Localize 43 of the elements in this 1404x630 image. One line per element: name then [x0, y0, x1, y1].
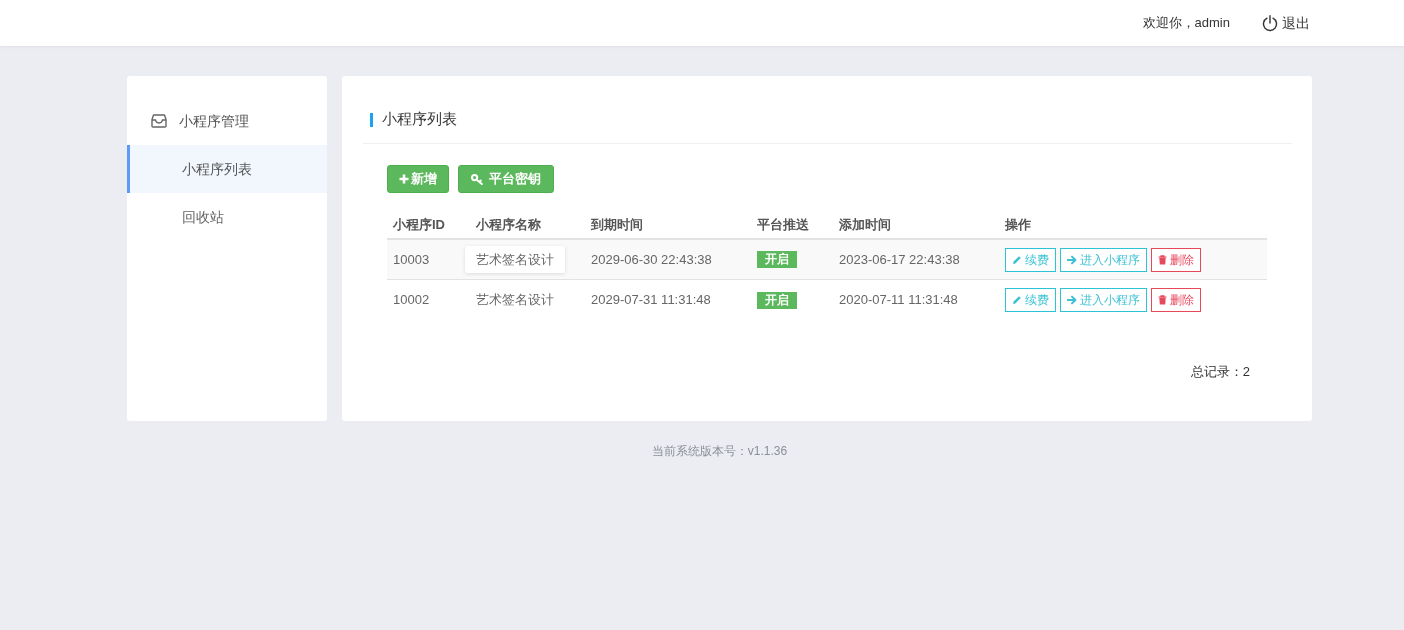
version-text: 当前系统版本号：v1.1.36: [651, 444, 788, 458]
table-cell-text: 10003: [393, 250, 430, 269]
pencil-icon: [1012, 254, 1022, 265]
total-count: 总记录：2: [1190, 363, 1250, 381]
column-header: 平台推送: [757, 216, 809, 232]
status-badge: 开启: [757, 251, 797, 268]
pencil-icon: [1012, 295, 1022, 305]
sidebar-group-header[interactable]: 小程序管理: [127, 97, 327, 145]
title-accent-bar: [370, 112, 373, 127]
name-cell-text: 艺术签名设计: [475, 291, 555, 310]
column-header: 小程序ID: [393, 216, 445, 232]
panel-title: 小程序列表: [382, 109, 457, 130]
plus-icon: [399, 174, 409, 184]
inbox-icon: [151, 114, 167, 128]
delete-button[interactable]: 删除: [1151, 247, 1201, 272]
enter-miniprogram-button[interactable]: 进入小程序: [1060, 288, 1147, 312]
arrow-right-icon: [1067, 295, 1077, 305]
column-header: 添加时间: [839, 216, 891, 232]
platform-key-button[interactable]: 平台密钥: [458, 165, 554, 193]
column-header: 小程序名称: [476, 216, 541, 232]
welcome-text: 欢迎你，admin: [1142, 14, 1230, 32]
key-icon: [471, 173, 483, 185]
table-cell-text: 10002: [393, 291, 430, 310]
table-cell-text: 2020-07-11 11:31:48: [839, 291, 958, 310]
enter-miniprogram-button[interactable]: 进入小程序: [1060, 247, 1147, 272]
logout-button[interactable]: 退出: [1262, 13, 1310, 33]
sidebar-item[interactable]: 回收站: [127, 193, 327, 241]
power-icon: [1262, 14, 1278, 32]
trash-icon: [1158, 295, 1167, 305]
renew-button[interactable]: 续费: [1005, 288, 1056, 312]
table-cell-text: 2029-07-31 11:31:48: [591, 291, 711, 310]
delete-button[interactable]: 删除: [1151, 288, 1201, 312]
trash-icon: [1158, 254, 1167, 265]
renew-button[interactable]: 续费: [1005, 247, 1056, 272]
column-header: 到期时间: [591, 216, 643, 232]
sidebar-item[interactable]: 小程序列表: [127, 145, 327, 193]
add-button[interactable]: 新增: [387, 165, 449, 193]
column-header: 操作: [1005, 216, 1031, 232]
table-cell-text: 2029-06-30 22:43:38: [591, 250, 712, 269]
arrow-right-icon: [1067, 254, 1077, 265]
name-cell-text: 艺术签名设计: [465, 245, 565, 274]
status-badge: 开启: [757, 291, 797, 309]
table-cell-text: 2023-06-17 22:43:38: [839, 250, 960, 269]
